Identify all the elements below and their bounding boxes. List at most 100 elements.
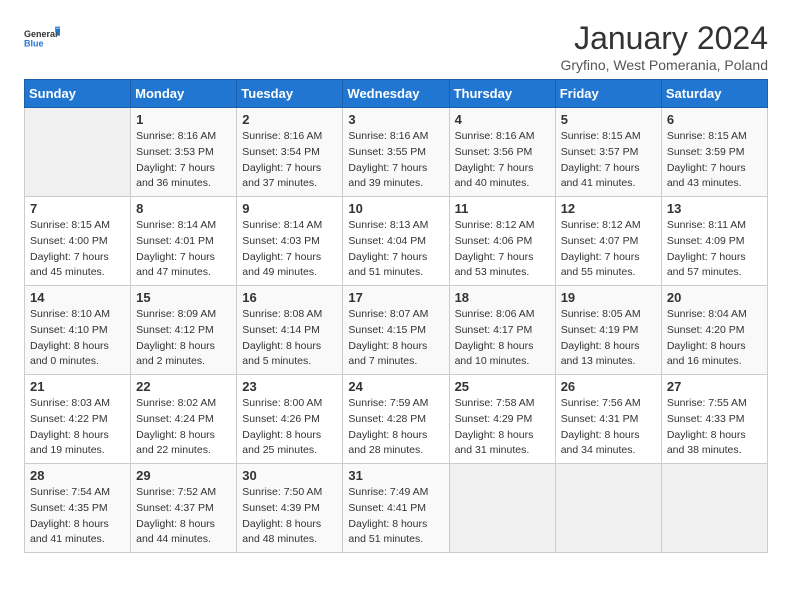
calendar-cell: 24 Sunrise: 7:59 AMSunset: 4:28 PMDayligh… xyxy=(343,375,449,464)
calendar-cell xyxy=(25,108,131,197)
day-info: Sunrise: 8:10 AMSunset: 4:10 PMDaylight:… xyxy=(30,307,125,370)
day-info: Sunrise: 7:58 AMSunset: 4:29 PMDaylight:… xyxy=(455,396,550,459)
title-block: January 2024 Gryfino, West Pomerania, Po… xyxy=(560,20,768,73)
day-info: Sunrise: 8:08 AMSunset: 4:14 PMDaylight:… xyxy=(242,307,337,370)
day-info: Sunrise: 7:52 AMSunset: 4:37 PMDaylight:… xyxy=(136,485,231,548)
day-info: Sunrise: 8:14 AMSunset: 4:01 PMDaylight:… xyxy=(136,218,231,281)
day-info: Sunrise: 7:49 AMSunset: 4:41 PMDaylight:… xyxy=(348,485,443,548)
day-number: 28 xyxy=(30,468,125,483)
day-number: 9 xyxy=(242,201,337,216)
calendar-cell: 1 Sunrise: 8:16 AMSunset: 3:53 PMDaylight… xyxy=(131,108,237,197)
day-info: Sunrise: 8:00 AMSunset: 4:26 PMDaylight:… xyxy=(242,396,337,459)
day-number: 21 xyxy=(30,379,125,394)
day-number: 24 xyxy=(348,379,443,394)
day-number: 8 xyxy=(136,201,231,216)
calendar-cell: 28 Sunrise: 7:54 AMSunset: 4:35 PMDayligh… xyxy=(25,464,131,553)
day-number: 15 xyxy=(136,290,231,305)
day-info: Sunrise: 8:16 AMSunset: 3:56 PMDaylight:… xyxy=(455,129,550,192)
day-number: 26 xyxy=(561,379,656,394)
calendar-cell: 23 Sunrise: 8:00 AMSunset: 4:26 PMDayligh… xyxy=(237,375,343,464)
day-number: 5 xyxy=(561,112,656,127)
calendar-cell xyxy=(555,464,661,553)
day-number: 27 xyxy=(667,379,762,394)
calendar-cell: 8 Sunrise: 8:14 AMSunset: 4:01 PMDaylight… xyxy=(131,197,237,286)
calendar-cell: 16 Sunrise: 8:08 AMSunset: 4:14 PMDayligh… xyxy=(237,286,343,375)
calendar-cell: 3Sunrise: 8:16 AMSunset: 3:55 PMDaylight… xyxy=(343,108,449,197)
day-number: 3 xyxy=(348,112,443,127)
day-info: Sunrise: 8:09 AMSunset: 4:12 PMDaylight:… xyxy=(136,307,231,370)
day-number: 18 xyxy=(455,290,550,305)
day-info: Sunrise: 8:04 AMSunset: 4:20 PMDaylight:… xyxy=(667,307,762,370)
calendar-cell: 21 Sunrise: 8:03 AMSunset: 4:22 PMDayligh… xyxy=(25,375,131,464)
calendar-cell xyxy=(661,464,767,553)
calendar-cell: 5 Sunrise: 8:15 AMSunset: 3:57 PMDaylight… xyxy=(555,108,661,197)
calendar-cell: 27 Sunrise: 7:55 AMSunset: 4:33 PMDayligh… xyxy=(661,375,767,464)
calendar-cell: 20 Sunrise: 8:04 AMSunset: 4:20 PMDayligh… xyxy=(661,286,767,375)
day-number: 23 xyxy=(242,379,337,394)
svg-text:General: General xyxy=(24,29,58,39)
day-number: 14 xyxy=(30,290,125,305)
header: General Blue January 2024 Gryfino, West … xyxy=(24,20,768,73)
day-number: 6 xyxy=(667,112,762,127)
calendar-cell: 26 Sunrise: 7:56 AMSunset: 4:31 PMDayligh… xyxy=(555,375,661,464)
day-number: 10 xyxy=(348,201,443,216)
subtitle: Gryfino, West Pomerania, Poland xyxy=(560,57,768,73)
calendar-cell: 2 Sunrise: 8:16 AMSunset: 3:54 PMDaylight… xyxy=(237,108,343,197)
calendar-cell: 4 Sunrise: 8:16 AMSunset: 3:56 PMDaylight… xyxy=(449,108,555,197)
day-info: Sunrise: 7:54 AMSunset: 4:35 PMDaylight:… xyxy=(30,485,125,548)
month-title: January 2024 xyxy=(560,20,768,57)
day-info: Sunrise: 8:07 AMSunset: 4:15 PMDaylight:… xyxy=(348,307,443,370)
day-info: Sunrise: 8:14 AMSunset: 4:03 PMDaylight:… xyxy=(242,218,337,281)
day-info: Sunrise: 7:50 AMSunset: 4:39 PMDaylight:… xyxy=(242,485,337,548)
day-info: Sunrise: 8:13 AMSunset: 4:04 PMDaylight:… xyxy=(348,218,443,281)
logo: General Blue xyxy=(24,20,60,56)
calendar-cell: 7 Sunrise: 8:15 AMSunset: 4:00 PMDaylight… xyxy=(25,197,131,286)
calendar-week-row: 7 Sunrise: 8:15 AMSunset: 4:00 PMDaylight… xyxy=(25,197,768,286)
calendar-body: 1 Sunrise: 8:16 AMSunset: 3:53 PMDaylight… xyxy=(25,108,768,553)
day-number: 2 xyxy=(242,112,337,127)
day-info: Sunrise: 8:03 AMSunset: 4:22 PMDaylight:… xyxy=(30,396,125,459)
day-info: Sunrise: 7:59 AMSunset: 4:28 PMDaylight:… xyxy=(348,396,443,459)
day-info: Sunrise: 7:56 AMSunset: 4:31 PMDaylight:… xyxy=(561,396,656,459)
calendar-cell: 18 Sunrise: 8:06 AMSunset: 4:17 PMDayligh… xyxy=(449,286,555,375)
day-info: Sunrise: 8:02 AMSunset: 4:24 PMDaylight:… xyxy=(136,396,231,459)
calendar-cell: 13Sunrise: 8:11 AMSunset: 4:09 PMDayligh… xyxy=(661,197,767,286)
calendar-cell: 12Sunrise: 8:12 AMSunset: 4:07 PMDayligh… xyxy=(555,197,661,286)
day-info: Sunrise: 8:16 AMSunset: 3:53 PMDaylight:… xyxy=(136,129,231,192)
calendar-cell: 15 Sunrise: 8:09 AMSunset: 4:12 PMDayligh… xyxy=(131,286,237,375)
day-number: 7 xyxy=(30,201,125,216)
day-number: 13 xyxy=(667,201,762,216)
day-number: 19 xyxy=(561,290,656,305)
day-info: Sunrise: 8:15 AMSunset: 4:00 PMDaylight:… xyxy=(30,218,125,281)
logo-svg: General Blue xyxy=(24,20,60,56)
day-number: 22 xyxy=(136,379,231,394)
day-number: 1 xyxy=(136,112,231,127)
day-header-monday: Monday xyxy=(131,80,237,108)
calendar-cell: 11Sunrise: 8:12 AMSunset: 4:06 PMDayligh… xyxy=(449,197,555,286)
day-info: Sunrise: 8:06 AMSunset: 4:17 PMDaylight:… xyxy=(455,307,550,370)
calendar-week-row: 21 Sunrise: 8:03 AMSunset: 4:22 PMDayligh… xyxy=(25,375,768,464)
day-info: Sunrise: 8:05 AMSunset: 4:19 PMDaylight:… xyxy=(561,307,656,370)
calendar-cell: 10 Sunrise: 8:13 AMSunset: 4:04 PMDayligh… xyxy=(343,197,449,286)
calendar-cell: 14 Sunrise: 8:10 AMSunset: 4:10 PMDayligh… xyxy=(25,286,131,375)
calendar-cell: 17 Sunrise: 8:07 AMSunset: 4:15 PMDayligh… xyxy=(343,286,449,375)
calendar-cell: 29 Sunrise: 7:52 AMSunset: 4:37 PMDayligh… xyxy=(131,464,237,553)
calendar-week-row: 1 Sunrise: 8:16 AMSunset: 3:53 PMDaylight… xyxy=(25,108,768,197)
day-header-friday: Friday xyxy=(555,80,661,108)
day-number: 16 xyxy=(242,290,337,305)
day-number: 20 xyxy=(667,290,762,305)
day-header-tuesday: Tuesday xyxy=(237,80,343,108)
day-number: 12 xyxy=(561,201,656,216)
day-info: Sunrise: 8:16 AMSunset: 3:54 PMDaylight:… xyxy=(242,129,337,192)
calendar-week-row: 28 Sunrise: 7:54 AMSunset: 4:35 PMDayligh… xyxy=(25,464,768,553)
day-number: 31 xyxy=(348,468,443,483)
day-info: Sunrise: 7:55 AMSunset: 4:33 PMDaylight:… xyxy=(667,396,762,459)
day-info: Sunrise: 8:12 AMSunset: 4:06 PMDaylight:… xyxy=(455,218,550,281)
day-info: Sunrise: 8:15 AMSunset: 3:57 PMDaylight:… xyxy=(561,129,656,192)
day-number: 17 xyxy=(348,290,443,305)
day-number: 29 xyxy=(136,468,231,483)
day-header-thursday: Thursday xyxy=(449,80,555,108)
day-number: 4 xyxy=(455,112,550,127)
calendar-week-row: 14 Sunrise: 8:10 AMSunset: 4:10 PMDayligh… xyxy=(25,286,768,375)
day-header-wednesday: Wednesday xyxy=(343,80,449,108)
